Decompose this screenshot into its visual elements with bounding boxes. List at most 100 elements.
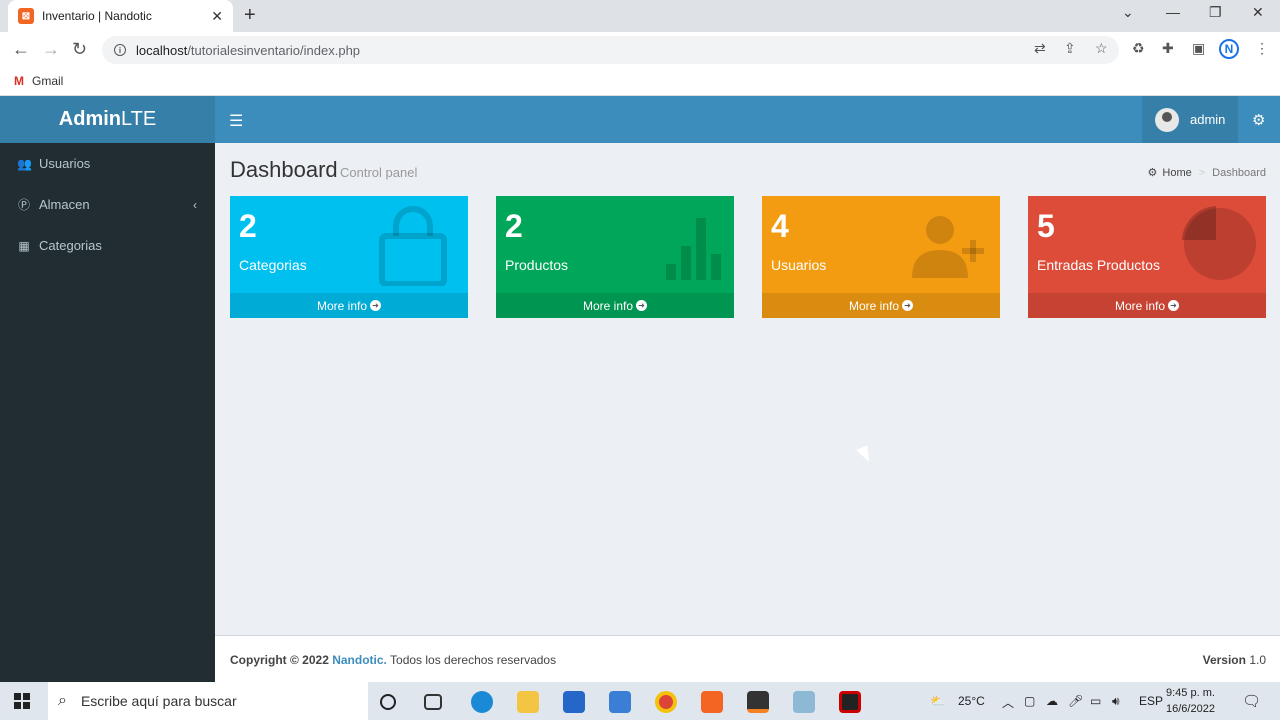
close-tab-icon[interactable]: ✕ <box>211 8 223 25</box>
file-explorer-icon[interactable] <box>517 691 539 713</box>
microphone-icon[interactable]: 🎤︎ <box>1068 694 1083 708</box>
sidebar: 👥 Usuarios Ⓟ Almacen ‹ ▦ Categorias <box>0 143 215 682</box>
bookmark-gmail[interactable]: Gmail <box>32 74 63 88</box>
restore-icon[interactable]: ❐ <box>1209 4 1222 21</box>
user-name: admin <box>1190 112 1226 127</box>
profile-avatar-icon[interactable]: N <box>1219 39 1239 59</box>
sidebar-item-almacen[interactable]: Ⓟ Almacen ‹ <box>0 184 215 225</box>
share-icon[interactable]: ⇪ <box>1064 40 1076 57</box>
tab-search-icon[interactable]: ⌄ <box>1122 4 1134 21</box>
copyright-year: Copyright © 2022 <box>230 653 329 667</box>
reload-icon[interactable]: ↻ <box>72 39 87 60</box>
breadcrumb-home[interactable]: Home <box>1162 167 1191 179</box>
breadcrumb-current: Dashboard <box>1212 166 1266 179</box>
clock[interactable]: 9:45 p. m. 16/6/2022 <box>1166 685 1215 717</box>
xampp-icon[interactable] <box>701 691 723 713</box>
onedrive-icon[interactable]: ☁ <box>1046 694 1058 708</box>
notifications-icon[interactable]: 🗨︎ <box>1242 692 1261 710</box>
version-number: 1.0 <box>1249 653 1266 667</box>
user-menu[interactable]: admin <box>1142 96 1238 143</box>
th-icon: ▦ <box>18 238 30 253</box>
site-info-icon[interactable]: i <box>114 44 126 56</box>
mail-icon[interactable] <box>609 691 631 713</box>
screen-recorder-icon[interactable] <box>839 691 861 713</box>
small-box-usuarios: 4 Usuarios More info ➜ <box>762 196 1000 318</box>
taskbar-search-input[interactable]: ⌕ Escribe aquí para buscar <box>48 682 368 720</box>
breadcrumb-separator: > <box>1198 166 1206 179</box>
users-icon: 👥 <box>17 156 32 171</box>
address-bar-row: ← → ↻ i localhost/tutorialesinventario/i… <box>0 32 1280 66</box>
more-info-link[interactable]: More info ➜ <box>1028 293 1266 318</box>
notepad-icon[interactable] <box>793 691 815 713</box>
xampp-favicon-icon: ⊠ <box>18 8 34 24</box>
sidebar-item-label: Almacen <box>39 197 90 212</box>
windows-start-icon[interactable] <box>14 693 30 709</box>
sidebar-item-label: Categorias <box>39 238 102 253</box>
pie-chart-icon <box>1182 206 1256 280</box>
bar-chart-icon <box>666 218 721 280</box>
box-label: Categorias <box>239 257 307 273</box>
url-host: localhost <box>136 42 188 58</box>
task-view-icon[interactable] <box>424 694 442 710</box>
shopping-bag-icon <box>379 206 447 286</box>
sidebar-item-usuarios[interactable]: 👥 Usuarios <box>0 143 215 184</box>
arrow-circle-right-icon: ➜ <box>902 300 914 311</box>
sidebar-item-label: Usuarios <box>39 156 91 171</box>
store-icon[interactable] <box>563 691 585 713</box>
minimize-icon[interactable]: — <box>1166 4 1180 20</box>
forward-icon[interactable]: → <box>42 39 60 60</box>
user-avatar <box>1155 107 1179 132</box>
small-box-entradas: 5 Entradas Productos More info ➜ <box>1028 196 1266 318</box>
more-info-link[interactable]: More info ➜ <box>762 293 1000 318</box>
box-label: Entradas Productos <box>1037 257 1160 273</box>
back-icon[interactable]: ← <box>12 39 30 60</box>
control-sidebar-gears-icon[interactable]: ⚙ <box>1252 111 1265 129</box>
url-input[interactable]: i localhost/tutorialesinventario/index.p… <box>102 36 1119 64</box>
box-value: 2 <box>505 208 523 244</box>
extensions-puzzle-icon[interactable]: ✚ <box>1162 40 1174 57</box>
gmail-icon: M <box>14 73 24 88</box>
bookmark-star-icon[interactable]: ☆ <box>1095 40 1108 57</box>
new-tab-icon[interactable]: + <box>244 4 256 27</box>
content-wrapper: Dashboard Control panel ⚙ Home > Dashboa… <box>215 143 1280 635</box>
language-indicator[interactable]: ESP <box>1139 694 1163 708</box>
temperature[interactable]: 25°C <box>958 694 985 708</box>
arrow-circle-right-icon: ➜ <box>1168 300 1180 311</box>
box-label: Usuarios <box>771 257 827 273</box>
bookmarks-bar: M Gmail <box>0 66 1280 96</box>
recycle-extension-icon[interactable]: ♻ <box>1132 40 1145 57</box>
chrome-icon[interactable] <box>655 691 677 713</box>
more-info-link[interactable]: More info ➜ <box>230 293 468 318</box>
meet-now-icon[interactable]: ▢ <box>1024 694 1035 708</box>
brand-link[interactable]: Nandotic. <box>332 653 387 667</box>
top-navbar: ☰ admin ⚙ <box>215 96 1280 143</box>
version-info: Version 1.0 <box>1203 653 1266 667</box>
edge-icon[interactable] <box>471 691 493 713</box>
sublime-text-icon[interactable] <box>747 691 769 713</box>
sidebar-item-categorias[interactable]: ▦ Categorias <box>0 225 215 266</box>
more-info-label: More info <box>848 298 900 313</box>
chevron-up-icon[interactable]: ︿ <box>1002 694 1014 711</box>
more-info-label: More info <box>1114 298 1166 313</box>
app-logo[interactable]: Admin LTE <box>0 96 215 143</box>
dashboard-icon: ⚙ <box>1147 167 1158 179</box>
small-box-productos: 2 Productos More info ➜ <box>496 196 734 318</box>
translate-icon[interactable]: ⇄ <box>1034 40 1046 57</box>
windows-taskbar: ⌕ Escribe aquí para buscar ⛅ 25°C ︿ ▢ ☁ … <box>0 682 1280 720</box>
page-title: Dashboard <box>230 157 338 182</box>
product-hunt-icon: Ⓟ <box>17 198 30 212</box>
chevron-left-icon: ‹ <box>193 197 197 212</box>
browser-menu-icon[interactable]: ⋮ <box>1255 40 1269 57</box>
more-info-link[interactable]: More info ➜ <box>496 293 734 318</box>
arrow-circle-right-icon: ➜ <box>636 300 648 311</box>
clock-time: 9:45 p. m. <box>1166 687 1215 699</box>
battery-icon[interactable]: ▭ <box>1090 694 1101 708</box>
volume-icon[interactable]: 🔊︎ <box>1112 694 1120 709</box>
browser-tab[interactable]: ⊠ Inventario | Nandotic ✕ <box>8 0 233 32</box>
version-label: Version <box>1202 653 1246 667</box>
cortana-icon[interactable] <box>380 694 396 710</box>
close-window-icon[interactable]: ✕ <box>1252 4 1264 21</box>
side-panel-icon[interactable]: ▣ <box>1192 40 1205 57</box>
weather-icon[interactable]: ⛅ <box>930 694 945 708</box>
sidebar-toggle-icon[interactable]: ☰ <box>229 111 243 131</box>
